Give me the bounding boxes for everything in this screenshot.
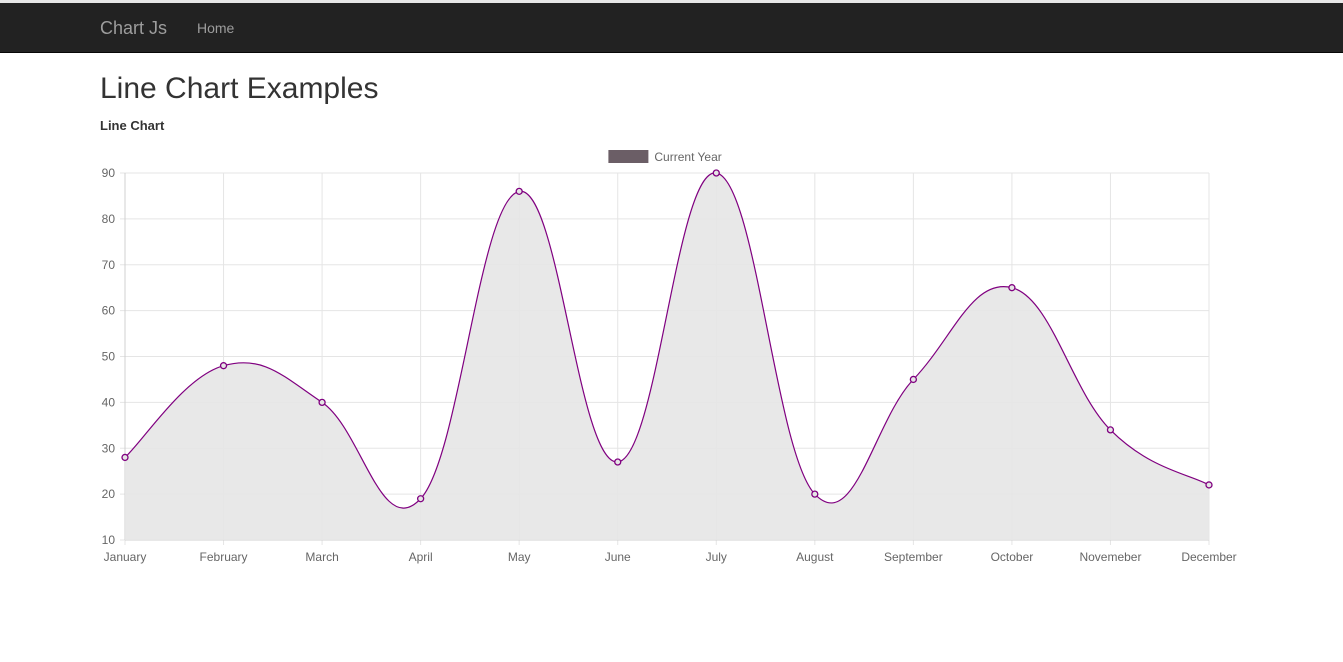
y-tick-label: 40: [102, 395, 116, 409]
x-tick-label: December: [1181, 550, 1236, 564]
data-point: [712, 169, 720, 177]
data-point: [219, 362, 228, 370]
data-point: [121, 453, 129, 462]
line-chart: 10 20 30 40 50 60 70 80 90 January February March Ap…: [102, 150, 1237, 564]
data-point: [515, 187, 523, 196]
y-tick-label: 30: [102, 441, 116, 455]
x-tick-label: April: [409, 550, 433, 564]
data-point: [1205, 481, 1213, 489]
x-tick-label: May: [508, 550, 531, 564]
data-point: [318, 398, 326, 407]
y-tick-label: 60: [102, 304, 116, 318]
y-tick-label: 70: [102, 258, 116, 272]
data-point: [614, 458, 622, 466]
data-point: [1008, 284, 1016, 292]
data-point: [416, 495, 425, 503]
y-tick-label: 90: [102, 166, 116, 180]
x-tick-label: June: [605, 550, 631, 564]
data-point: [811, 490, 819, 498]
x-tick-label: October: [991, 550, 1034, 564]
x-tick-label: February: [200, 550, 248, 564]
x-tick-label: August: [796, 550, 834, 564]
x-tick-label: September: [884, 550, 943, 564]
legend-label: Current Year: [654, 150, 721, 164]
x-tick-label: March: [305, 550, 338, 564]
data-point: [909, 375, 918, 384]
x-tick-label: Novemeber: [1079, 550, 1141, 564]
y-tick-label: 80: [102, 212, 116, 226]
x-tick-label: July: [706, 550, 727, 564]
data-point: [1106, 426, 1115, 434]
y-tick-label: 20: [102, 487, 116, 501]
y-tick-label: 50: [102, 350, 116, 364]
x-tick-label: January: [104, 550, 147, 564]
legend-swatch: [608, 150, 649, 163]
y-tick-label: 10: [102, 533, 116, 547]
